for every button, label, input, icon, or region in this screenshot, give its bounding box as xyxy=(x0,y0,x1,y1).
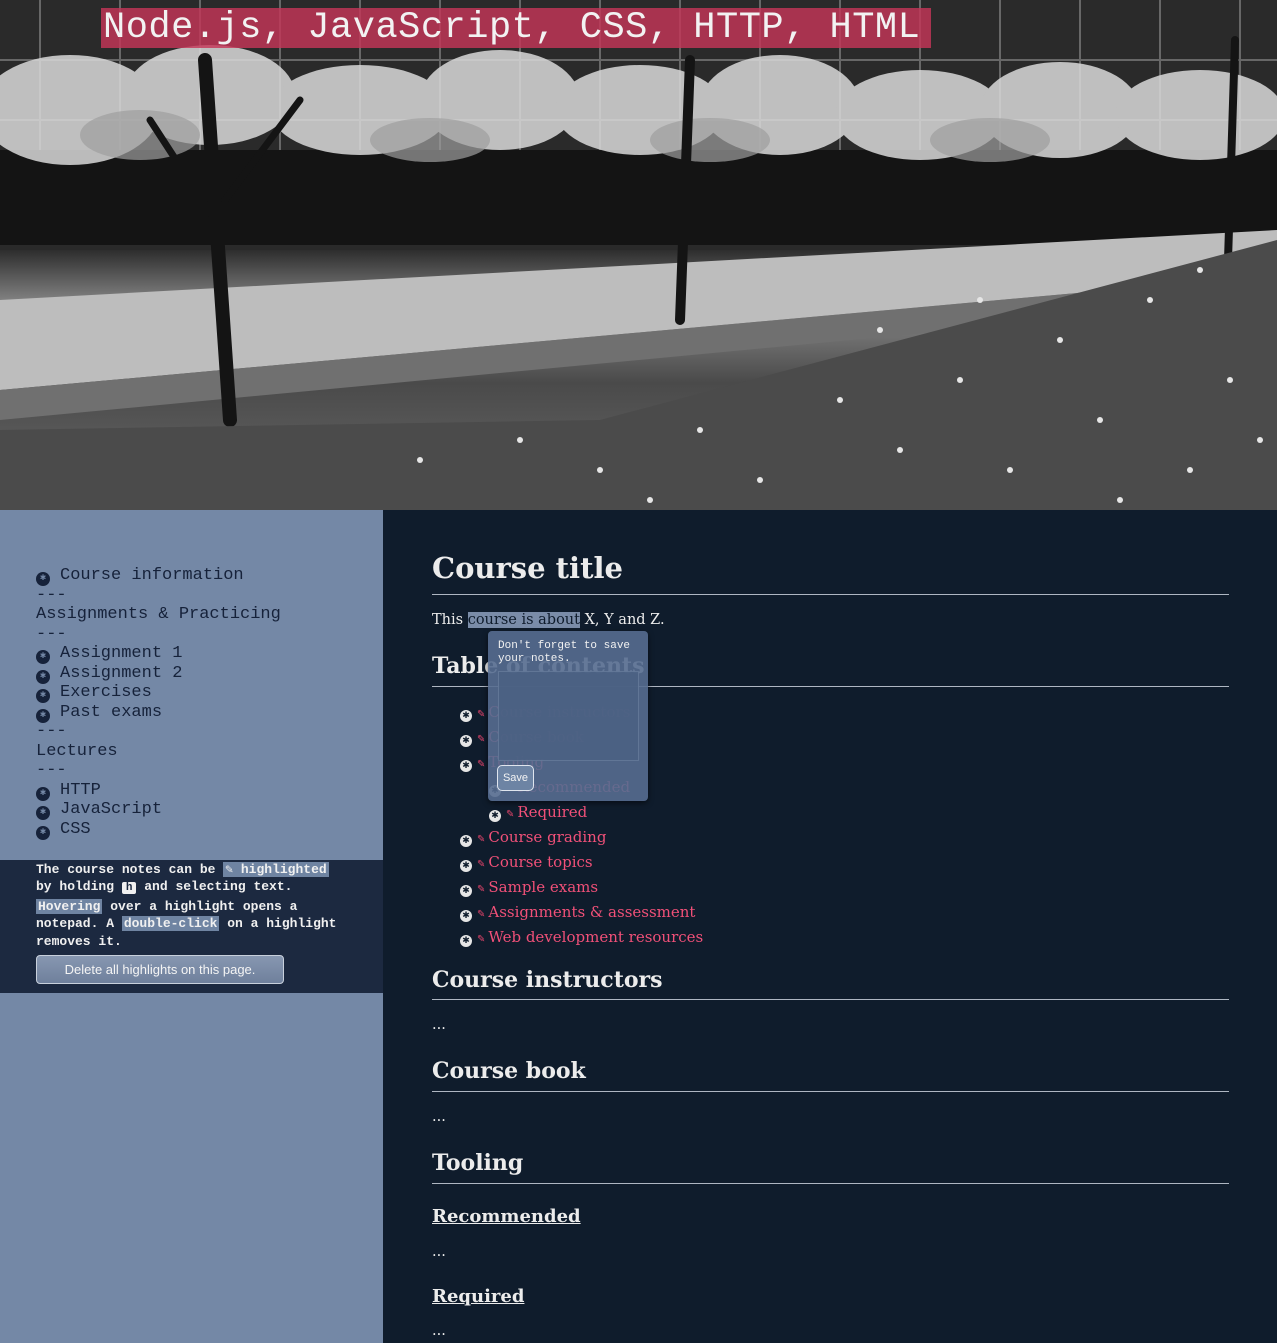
course-intro: This course is about X, Y and Z. xyxy=(432,612,665,628)
help-highlight-sample: Hovering xyxy=(36,898,103,914)
toc-item: ✱ ✎ Required xyxy=(460,800,703,825)
star-icon: ✱ xyxy=(460,910,472,922)
toc-link[interactable]: Sample exams xyxy=(488,878,598,896)
sidebar-item-label: HTTP xyxy=(60,780,101,800)
highlight-notepad: Don't forget to save your notes. Save xyxy=(488,631,648,801)
pencil-icon: ✎ xyxy=(477,934,486,945)
pencil-icon: ✎ xyxy=(477,709,486,720)
star-icon: ✱ xyxy=(489,810,501,822)
divider xyxy=(432,1091,1229,1092)
highlight-help-box: The course notes can be ✎ highlighted by… xyxy=(0,860,383,993)
toc-item: ✱ ✎ Web development resources xyxy=(460,925,703,950)
star-icon: ✱ xyxy=(36,786,50,801)
star-icon: ✱ xyxy=(460,885,472,897)
save-notes-button[interactable]: Save xyxy=(497,765,534,791)
help-text-part: by holding xyxy=(36,879,122,895)
sidebar-item-javascript[interactable]: ✱ JavaScript xyxy=(36,800,281,820)
sidebar-separator: --- xyxy=(36,624,67,644)
star-icon: ✱ xyxy=(460,760,472,772)
required-heading: Required xyxy=(432,1286,525,1307)
help-highlight-sample: double-click xyxy=(121,916,220,932)
star-icon: ✱ xyxy=(36,650,50,664)
help-text-part: and selecting text. xyxy=(136,879,293,895)
pencil-icon: ✎ xyxy=(477,834,486,845)
recommended-body: ... xyxy=(432,1244,446,1260)
sidebar-item-label: Exercises xyxy=(60,683,152,702)
page-title-banner: Node.js, JavaScript, CSS, HTTP, HTML xyxy=(101,8,931,48)
book-heading: Course book xyxy=(432,1058,586,1084)
pencil-icon: ✎ xyxy=(477,909,486,920)
star-icon: ✱ xyxy=(460,735,472,747)
toc-item: ✱ ✎ Course topics xyxy=(460,850,703,875)
sidebar-item-http[interactable]: ✱ HTTP xyxy=(36,781,281,801)
highlight-help-text: The course notes can be ✎ highlighted by… xyxy=(36,861,356,950)
sidebar-item-assignment-1[interactable]: ✱ Assignment 1 xyxy=(36,644,281,664)
star-icon: ✱ xyxy=(460,860,472,872)
sidebar-item-assignment-2[interactable]: ✱ Assignment 2 xyxy=(36,664,281,684)
divider xyxy=(432,999,1229,1000)
notepad-textarea[interactable] xyxy=(498,671,639,761)
toc-item: ✱ ✎ Sample exams xyxy=(460,875,703,900)
keyboard-key: h xyxy=(121,882,137,895)
star-icon: ✱ xyxy=(36,708,50,723)
hero-banner: Node.js, JavaScript, CSS, HTTP, HTML xyxy=(0,0,1277,510)
toc-link[interactable]: Course grading xyxy=(488,828,606,846)
sidebar-item-label: Assignment 2 xyxy=(60,663,183,683)
star-icon: ✱ xyxy=(460,710,472,722)
required-body: ... xyxy=(432,1323,446,1339)
sidebar-item-label: CSS xyxy=(60,819,91,839)
sidebar-item-css[interactable]: ✱ CSS xyxy=(36,820,281,840)
toc-item: ✱ ✎ Course grading xyxy=(460,825,703,850)
pencil-icon: ✎ xyxy=(477,859,486,870)
star-icon: ✱ xyxy=(36,689,50,703)
intro-highlight[interactable]: course is about xyxy=(467,612,580,628)
sidebar-item-label: Course information xyxy=(60,566,244,585)
recommended-heading: Recommended xyxy=(432,1206,581,1227)
star-icon: ✱ xyxy=(36,572,50,586)
notepad-message: Don't forget to save your notes. xyxy=(498,640,631,665)
sidebar-item-course-information[interactable]: ✱ Course information xyxy=(36,566,281,586)
star-icon: ✱ xyxy=(36,806,50,820)
toc-link[interactable]: Required xyxy=(517,803,587,821)
sidebar-item-past-exams[interactable]: ✱ Past exams xyxy=(36,703,281,723)
sidebar-section-heading: Lectures xyxy=(36,741,118,761)
pencil-icon: ✎ xyxy=(477,734,486,745)
star-icon: ✱ xyxy=(36,825,50,840)
sidebar-item-exercises[interactable]: ✱ Exercises xyxy=(36,683,281,703)
toc-link[interactable]: Web development resources xyxy=(488,928,703,946)
instructors-body: ... xyxy=(432,1017,446,1033)
tooling-heading: Tooling xyxy=(432,1150,524,1176)
sidebar-nav: ✱ Course information --- Assignments & Prac… xyxy=(36,566,281,840)
help-text-part: The course notes can be xyxy=(36,862,224,877)
sidebar-item-label: Assignment 1 xyxy=(60,644,183,663)
sidebar-separator: --- xyxy=(36,722,67,741)
book-body: ... xyxy=(432,1109,446,1125)
course-title-heading: Course title xyxy=(432,551,623,585)
toc-item: ✱ ✎ Assignments & assessment xyxy=(460,900,703,925)
pencil-icon: ✎ xyxy=(477,884,486,895)
delete-highlights-button[interactable]: Delete all highlights on this page. xyxy=(36,955,284,984)
sidebar: ✱ Course information --- Assignments & Prac… xyxy=(0,510,383,1343)
star-icon: ✱ xyxy=(460,935,472,947)
pencil-icon: ✎ xyxy=(477,759,486,770)
intro-text: X, Y and Z. xyxy=(579,612,665,628)
sidebar-item-label: Past exams xyxy=(60,702,163,722)
sidebar-section-heading: Assignments & Practicing xyxy=(36,605,281,624)
star-icon: ✱ xyxy=(36,669,50,684)
sidebar-separator: --- xyxy=(36,761,67,780)
campus-photo xyxy=(0,0,1277,510)
sidebar-item-label: JavaScript xyxy=(60,800,163,819)
pencil-icon: ✎ xyxy=(506,809,515,820)
intro-text: This xyxy=(432,612,468,628)
toc-link[interactable]: Course topics xyxy=(488,853,592,871)
help-highlight-sample: ✎ highlighted xyxy=(223,862,329,877)
instructors-heading: Course instructors xyxy=(432,967,663,993)
divider xyxy=(432,1183,1229,1184)
divider xyxy=(432,594,1229,595)
toc-link[interactable]: Assignments & assessment xyxy=(488,903,695,921)
sidebar-separator: --- xyxy=(36,585,67,605)
star-icon: ✱ xyxy=(460,835,472,847)
